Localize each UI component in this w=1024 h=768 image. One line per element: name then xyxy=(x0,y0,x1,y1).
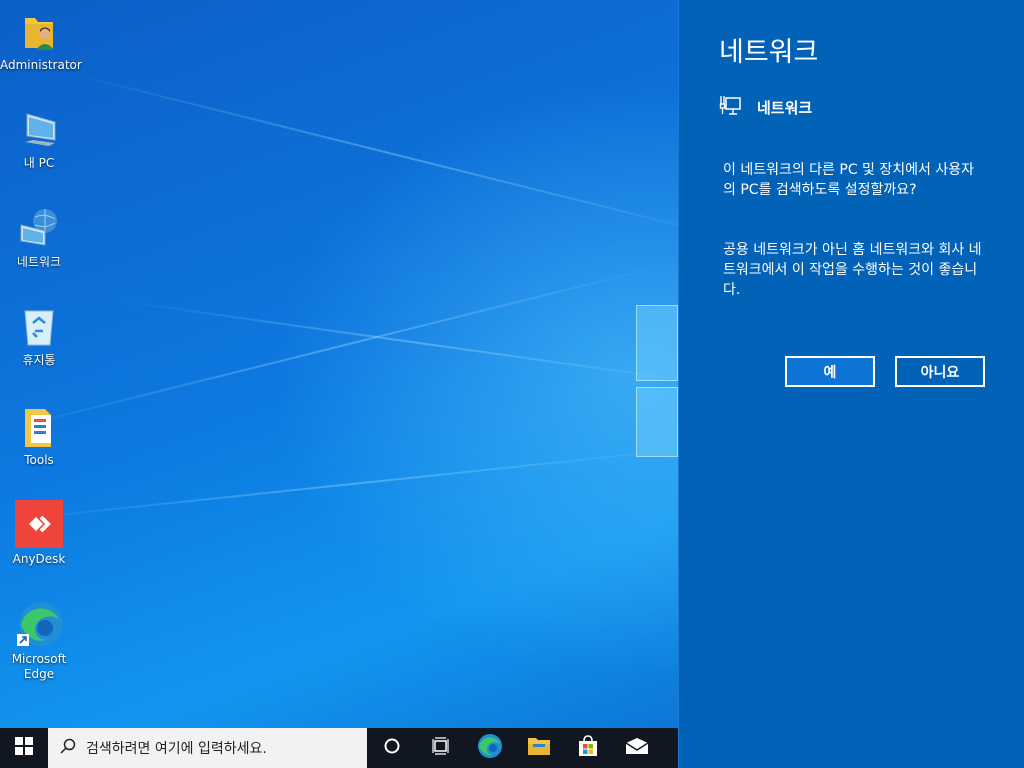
file-explorer-button[interactable] xyxy=(514,728,563,768)
ethernet-icon xyxy=(719,94,741,120)
search-icon xyxy=(60,738,76,758)
edge-icon xyxy=(15,600,63,648)
desktop-icon-label: 내 PC xyxy=(23,156,55,170)
windows-logo-icon xyxy=(15,737,33,759)
network-connection-row: 네트워크 xyxy=(719,94,812,120)
recycle-bin-icon xyxy=(17,305,61,349)
file-explorer-icon xyxy=(527,736,551,760)
store-icon xyxy=(577,735,599,761)
start-button[interactable] xyxy=(0,728,48,768)
desktop-icon-administrator[interactable]: Administrator xyxy=(0,10,82,73)
mail-icon xyxy=(625,737,649,759)
desktop-icon-label: Tools xyxy=(24,453,54,467)
tools-folder-icon xyxy=(17,405,61,449)
discovery-question: 이 네트워크의 다른 PC 및 장치에서 사용자의 PC를 검색하도록 설정할까… xyxy=(723,162,974,198)
store-button[interactable] xyxy=(563,728,612,768)
taskbar: 검색하려면 여기에 입력하세요. xyxy=(0,728,678,768)
desktop-icon-network[interactable]: 네트워크 xyxy=(0,207,78,270)
desktop-icon-label: AnyDesk xyxy=(12,552,66,566)
yes-button[interactable]: 예 xyxy=(785,356,875,387)
search-placeholder: 검색하려면 여기에 입력하세요. xyxy=(86,741,267,757)
taskbar-search-box[interactable]: 검색하려면 여기에 입력하세요. xyxy=(48,728,367,768)
cortana-icon xyxy=(383,737,401,759)
computer-icon xyxy=(17,108,61,152)
anydesk-icon xyxy=(15,500,63,548)
desktop-icon-anydesk[interactable]: AnyDesk xyxy=(0,500,78,567)
desktop-icon-label: Microsoft Edge xyxy=(11,652,67,681)
desktop-icon-tools[interactable]: Tools xyxy=(0,405,78,468)
edge-icon xyxy=(477,733,503,763)
network-flyout-panel: 네트워크 네트워크 이 네트워크의 다른 PC 및 장치에서 사용자의 PC를 … xyxy=(678,0,1024,768)
panel-title: 네트워크 xyxy=(719,37,819,68)
user-folder-icon xyxy=(17,10,61,54)
no-button[interactable]: 아니요 xyxy=(895,356,985,387)
desktop-icon-recycle-bin[interactable]: 휴지통 xyxy=(0,305,78,368)
desktop-icon-this-pc[interactable]: 내 PC xyxy=(0,108,78,171)
cortana-button[interactable] xyxy=(367,728,416,768)
task-view-button[interactable] xyxy=(416,728,465,768)
desktop-icon-edge[interactable]: Microsoft Edge xyxy=(0,600,78,682)
desktop-icon-label: 휴지통 xyxy=(22,353,56,367)
taskbar-edge-button[interactable] xyxy=(465,728,514,768)
network-name: 네트워크 xyxy=(757,98,813,117)
discovery-advice: 공용 네트워크가 아닌 홈 네트워크와 회사 네트워크에서 이 작업을 수행하는… xyxy=(723,242,982,298)
network-icon xyxy=(17,207,61,251)
mail-button[interactable] xyxy=(612,728,661,768)
task-view-icon xyxy=(431,737,451,759)
desktop-icon-label: Administrator xyxy=(0,58,82,72)
desktop-icon-label: 네트워크 xyxy=(16,255,62,269)
